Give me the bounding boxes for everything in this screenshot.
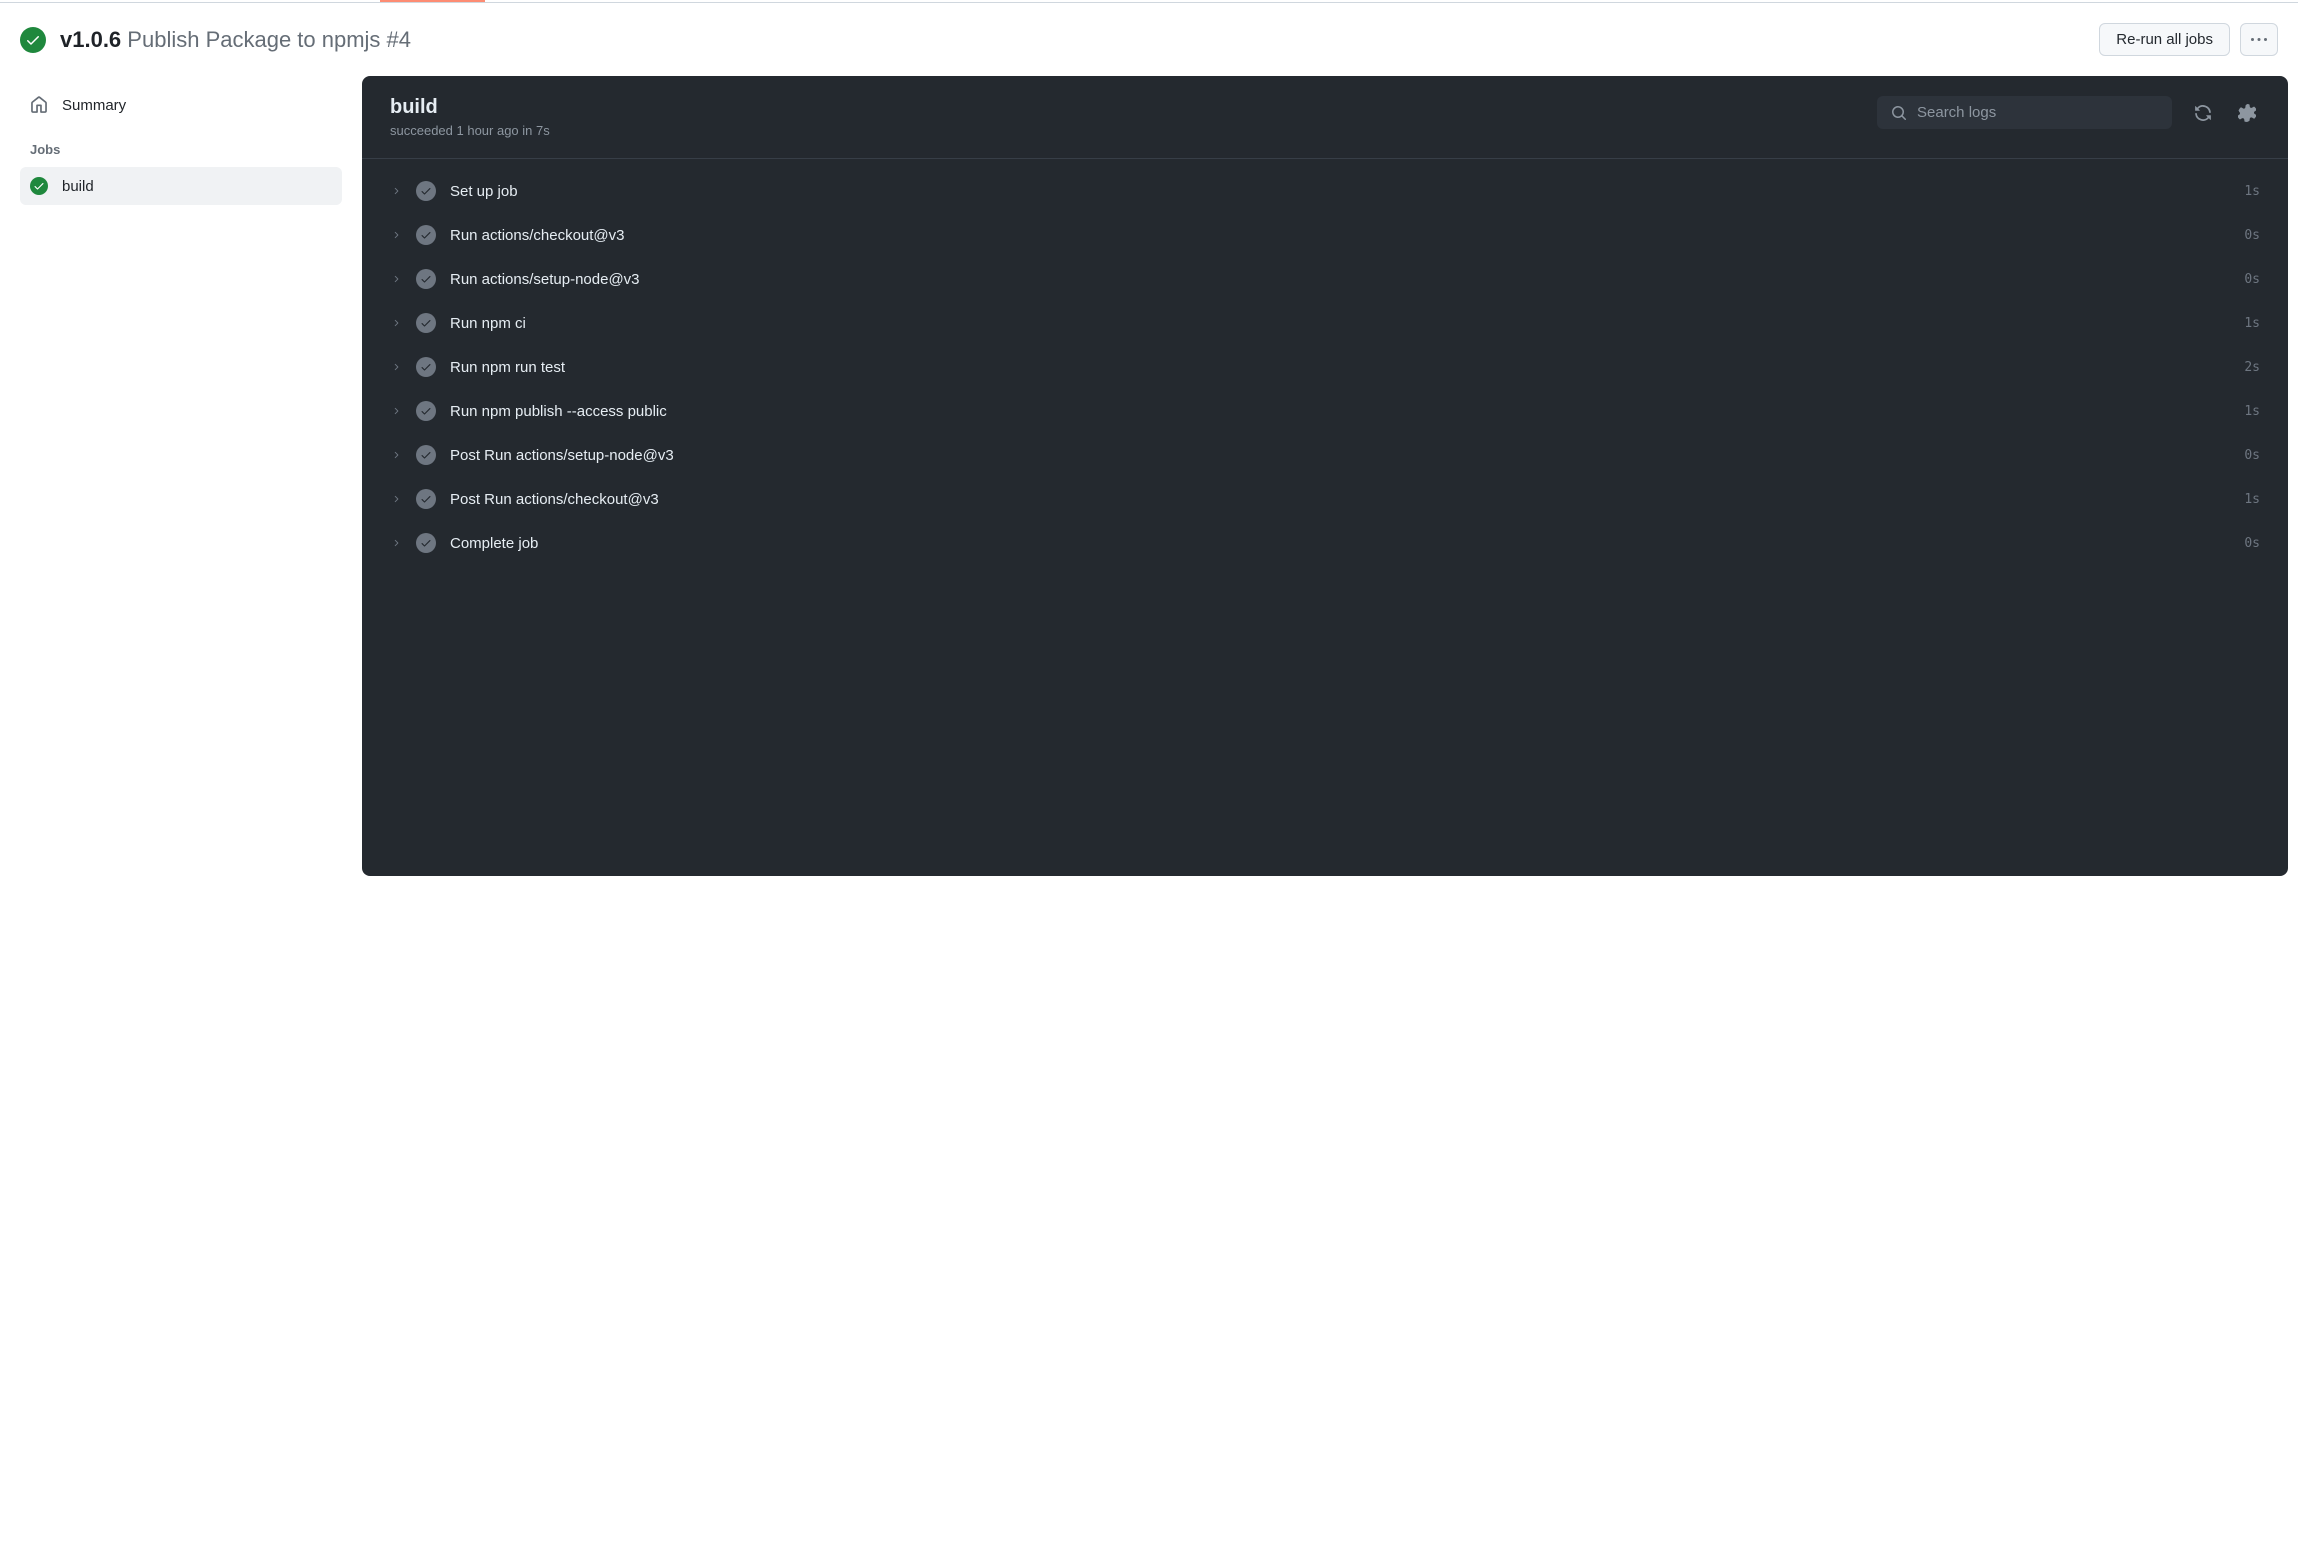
workflow-name: Publish Package to npmjs #4 [127, 27, 411, 52]
step-label: Post Run actions/checkout@v3 [450, 491, 2230, 508]
page-header: v1.0.6 Publish Package to npmjs #4 Re-ru… [0, 3, 2298, 76]
settings-button[interactable] [2234, 100, 2260, 126]
step-label: Complete job [450, 535, 2230, 552]
step-status-success-icon [416, 225, 436, 245]
chevron-right-icon [390, 318, 402, 328]
step-status-success-icon [416, 533, 436, 553]
step-duration: 2s [2244, 360, 2260, 375]
panel-header-right [1877, 96, 2260, 129]
step-label: Run actions/setup-node@v3 [450, 271, 2230, 288]
panel-header: build succeeded 1 hour ago in 7s [362, 76, 2288, 159]
chevron-right-icon [390, 450, 402, 460]
step-duration: 1s [2244, 492, 2260, 507]
step-status-success-icon [416, 269, 436, 289]
step-status-success-icon [416, 489, 436, 509]
step-label: Run actions/checkout@v3 [450, 227, 2230, 244]
step-row[interactable]: Post Run actions/checkout@v3 1s [390, 477, 2260, 521]
refresh-button[interactable] [2190, 100, 2216, 126]
panel-subtitle: succeeded 1 hour ago in 7s [390, 123, 550, 138]
step-status-success-icon [416, 401, 436, 421]
step-status-success-icon [416, 445, 436, 465]
step-duration: 1s [2244, 404, 2260, 419]
header-actions: Re-run all jobs [2099, 23, 2278, 56]
sidebar-job-label: build [62, 178, 94, 195]
step-row[interactable]: Complete job 0s [390, 521, 2260, 565]
workflow-version: v1.0.6 [60, 27, 121, 52]
panel-title: build [390, 96, 550, 119]
step-label: Post Run actions/setup-node@v3 [450, 447, 2230, 464]
sync-icon [2194, 104, 2212, 122]
job-status-success-icon [30, 177, 48, 195]
chevron-right-icon [390, 230, 402, 240]
step-label: Run npm run test [450, 359, 2230, 376]
more-options-button[interactable] [2240, 23, 2278, 56]
step-duration: 0s [2244, 272, 2260, 287]
home-icon [30, 96, 48, 114]
header-left: v1.0.6 Publish Package to npmjs #4 [20, 27, 411, 53]
step-row[interactable]: Run npm ci 1s [390, 301, 2260, 345]
sidebar-jobs-title: Jobs [20, 128, 342, 167]
chevron-right-icon [390, 362, 402, 372]
sidebar-summary-label: Summary [62, 97, 126, 114]
step-duration: 0s [2244, 536, 2260, 551]
chevron-right-icon [390, 274, 402, 284]
step-row[interactable]: Set up job 1s [390, 169, 2260, 213]
step-status-success-icon [416, 181, 436, 201]
page-title: v1.0.6 Publish Package to npmjs #4 [60, 27, 411, 53]
sidebar: Summary Jobs build [0, 76, 362, 876]
search-logs-box[interactable] [1877, 96, 2172, 129]
step-status-success-icon [416, 313, 436, 333]
chevron-right-icon [390, 186, 402, 196]
step-duration: 1s [2244, 316, 2260, 331]
step-duration: 1s [2244, 184, 2260, 199]
step-label: Set up job [450, 183, 2230, 200]
search-input[interactable] [1917, 104, 2158, 121]
top-tab-indicator [0, 0, 2298, 3]
step-row[interactable]: Run actions/setup-node@v3 0s [390, 257, 2260, 301]
rerun-all-jobs-button[interactable]: Re-run all jobs [2099, 23, 2230, 56]
chevron-right-icon [390, 538, 402, 548]
step-label: Run npm publish --access public [450, 403, 2230, 420]
step-row[interactable]: Post Run actions/setup-node@v3 0s [390, 433, 2260, 477]
step-duration: 0s [2244, 228, 2260, 243]
gear-icon [2238, 104, 2256, 122]
sidebar-summary-link[interactable]: Summary [20, 86, 342, 124]
search-icon [1891, 105, 1907, 121]
step-row[interactable]: Run npm run test 2s [390, 345, 2260, 389]
chevron-right-icon [390, 406, 402, 416]
step-status-success-icon [416, 357, 436, 377]
job-steps-list: Set up job 1s Run actions/checkout@v3 0s… [362, 159, 2288, 575]
kebab-icon [2251, 32, 2267, 48]
panel-header-left: build succeeded 1 hour ago in 7s [390, 96, 550, 138]
sidebar-job-build[interactable]: build [20, 167, 342, 205]
step-row[interactable]: Run npm publish --access public 1s [390, 389, 2260, 433]
step-label: Run npm ci [450, 315, 2230, 332]
workflow-status-success-icon [20, 27, 46, 53]
chevron-right-icon [390, 494, 402, 504]
main-layout: Summary Jobs build build succeeded 1 hou… [0, 76, 2298, 876]
job-log-panel: build succeeded 1 hour ago in 7s [362, 76, 2288, 876]
step-row[interactable]: Run actions/checkout@v3 0s [390, 213, 2260, 257]
step-duration: 0s [2244, 448, 2260, 463]
